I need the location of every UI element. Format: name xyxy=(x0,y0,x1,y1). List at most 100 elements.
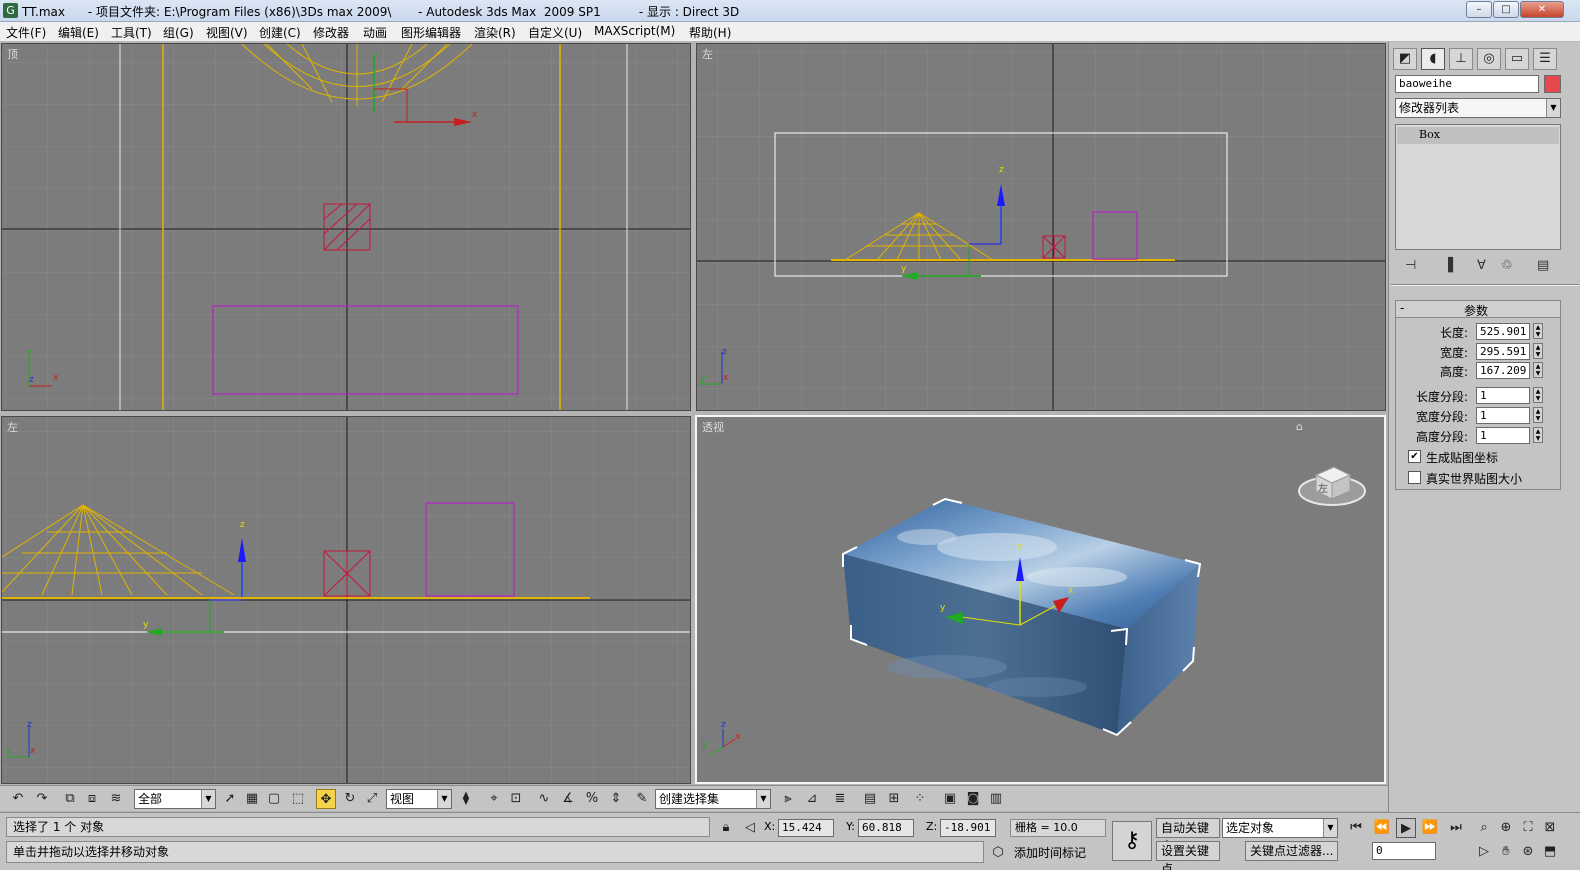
viewport-label[interactable]: 左 xyxy=(702,46,713,62)
configure-sets-icon[interactable]: ▤ xyxy=(1537,258,1549,273)
menu-create[interactable]: 创建(C) xyxy=(259,24,301,41)
percent-snap-icon[interactable]: % xyxy=(582,789,602,809)
length-segs-spinner[interactable]: ▲ ▼ xyxy=(1533,387,1543,403)
maximize-viewport-icon[interactable]: ⬒ xyxy=(1540,842,1560,862)
menu-file[interactable]: 文件(F) xyxy=(6,24,46,41)
mirror-icon[interactable]: ⫸ xyxy=(778,789,798,809)
pan-view-icon[interactable]: ✋︎ xyxy=(1496,842,1516,862)
schematic-view-icon[interactable]: ⊞ xyxy=(884,789,904,809)
quick-render-icon[interactable]: ▥ xyxy=(986,789,1006,809)
viewport-front[interactable]: z y z y x 左 xyxy=(1,416,691,784)
select-manipulate-icon[interactable]: ⌖ xyxy=(484,789,504,809)
menu-group[interactable]: 组(G) xyxy=(163,24,194,41)
zoom-icon[interactable]: ⌕ xyxy=(1474,818,1494,838)
menu-modifiers[interactable]: 修改器 xyxy=(313,24,349,41)
real-world-map-checkbox[interactable] xyxy=(1408,471,1421,484)
keyboard-shortcut-icon[interactable]: ⊡ xyxy=(506,789,526,809)
width-field[interactable]: 295.591 xyxy=(1476,343,1530,360)
curve-editor-icon[interactable]: ▤ xyxy=(860,789,880,809)
maximize-button[interactable]: □ xyxy=(1493,1,1519,18)
minimize-button[interactable]: – xyxy=(1466,1,1492,18)
make-unique-icon[interactable]: ∀ xyxy=(1477,258,1486,273)
absolute-mode-icon[interactable]: ◁ xyxy=(740,818,760,838)
current-frame-field[interactable]: 0 xyxy=(1372,842,1436,860)
x-coordinate-field[interactable]: 15.424 xyxy=(778,819,834,837)
go-to-end-icon[interactable]: ⏭ xyxy=(1446,818,1466,838)
select-object-icon[interactable]: ➚ xyxy=(220,789,240,809)
parameters-rollout-header[interactable]: - 参数 xyxy=(1395,300,1561,318)
layer-manager-icon[interactable]: ≣ xyxy=(830,789,850,809)
viewport-label[interactable]: 顶 xyxy=(7,46,18,62)
create-tab-icon[interactable]: ◩ xyxy=(1393,48,1417,70)
set-key-button[interactable]: 设置关键点 xyxy=(1156,841,1220,870)
go-to-start-icon[interactable]: ⏮ xyxy=(1346,818,1366,838)
window-crossing-icon[interactable]: ⬚ xyxy=(288,789,308,809)
z-coordinate-field[interactable]: -18.901 xyxy=(940,819,996,837)
pin-stack-icon[interactable]: ⊣ xyxy=(1405,258,1416,273)
viewport-top[interactable]: x y x z 顶 xyxy=(1,43,691,411)
length-field[interactable]: 525.901 xyxy=(1476,323,1530,340)
menu-help[interactable]: 帮助(H) xyxy=(689,24,731,41)
modifier-stack[interactable]: Box xyxy=(1395,124,1561,250)
remove-modifier-icon[interactable]: ♲ xyxy=(1501,258,1513,273)
viewport-perspective[interactable]: z x y z x y 透视 ⌂ 左 xyxy=(695,415,1386,784)
viewport-label[interactable]: 左 xyxy=(7,419,18,435)
select-move-icon[interactable]: ✥ xyxy=(316,789,336,809)
3ds-max-icon[interactable]: G xyxy=(3,3,18,18)
menu-customize[interactable]: 自定义(U) xyxy=(528,24,582,41)
render-setup-icon[interactable]: ▣ xyxy=(940,789,960,809)
select-rotate-icon[interactable]: ↻ xyxy=(340,789,360,809)
close-button[interactable]: ✕ xyxy=(1520,1,1564,18)
motion-tab-icon[interactable]: ◎ xyxy=(1477,48,1501,70)
length-spinner[interactable]: ▲ ▼ xyxy=(1533,323,1543,339)
menu-animation[interactable]: 动画 xyxy=(363,24,387,41)
height-segs-spinner[interactable]: ▲ ▼ xyxy=(1533,427,1543,443)
auto-key-button[interactable]: 自动关键点 xyxy=(1156,818,1220,853)
show-end-result-icon[interactable]: ▐ xyxy=(1443,258,1453,273)
viewcube[interactable]: 左 xyxy=(1298,457,1366,507)
rendered-frame-icon[interactable]: ◙ xyxy=(963,789,983,809)
modifier-list-dropdown[interactable]: 修改器列表 ▼ xyxy=(1395,98,1561,118)
menu-tools[interactable]: 工具(T) xyxy=(111,24,152,41)
rect-selection-icon[interactable]: ▢ xyxy=(264,789,284,809)
gen-mapping-checkbox[interactable]: ✔ xyxy=(1408,450,1421,463)
spinner-snap-icon[interactable]: ⇕ xyxy=(606,789,626,809)
reference-coord-dropdown[interactable]: 视图 ▼ xyxy=(386,789,452,809)
zoom-extents-all-icon[interactable]: ⊠ xyxy=(1540,818,1560,838)
bind-space-warp-icon[interactable]: ≋ xyxy=(106,789,126,809)
edit-named-sets-icon[interactable]: ✎ xyxy=(632,789,652,809)
select-scale-icon[interactable]: ⤢ xyxy=(362,789,382,809)
snaps-toggle-icon[interactable]: ∿ xyxy=(534,789,554,809)
menu-graph-editors[interactable]: 图形编辑器 xyxy=(401,24,461,41)
selection-filter-dropdown[interactable]: 全部 ▼ xyxy=(134,789,216,809)
display-tab-icon[interactable]: ▭ xyxy=(1505,48,1529,70)
field-of-view-icon[interactable]: ▷ xyxy=(1474,842,1494,862)
next-frame-icon[interactable]: ⏩ xyxy=(1420,818,1440,838)
named-selection-dropdown[interactable]: 创建选择集 ▼ xyxy=(655,789,771,809)
menu-rendering[interactable]: 渲染(R) xyxy=(474,24,516,41)
height-segs-field[interactable]: 1 xyxy=(1476,427,1530,444)
height-field[interactable]: 167.209 xyxy=(1476,362,1530,379)
unlink-icon[interactable]: ⧈ xyxy=(82,789,102,809)
add-time-tag[interactable]: 添加时间标记 xyxy=(1010,843,1106,863)
zoom-extents-icon[interactable]: ⛶ xyxy=(1518,818,1538,838)
play-icon[interactable]: ▶ xyxy=(1396,818,1416,838)
menu-maxscript[interactable]: MAXScript(M) xyxy=(594,24,675,38)
y-coordinate-field[interactable]: 60.818 xyxy=(858,819,914,837)
length-segs-field[interactable]: 1 xyxy=(1476,387,1530,404)
width-spinner[interactable]: ▲ ▼ xyxy=(1533,343,1543,359)
zoom-all-icon[interactable]: ⊕ xyxy=(1496,818,1516,838)
undo-icon[interactable]: ↶ xyxy=(8,789,28,809)
material-editor-icon[interactable]: ⁘ xyxy=(910,789,930,809)
key-filters-button[interactable]: 关键点过滤器... xyxy=(1245,841,1338,861)
stack-item-selected[interactable]: Box xyxy=(1397,127,1559,144)
width-segs-spinner[interactable]: ▲ ▼ xyxy=(1533,407,1543,423)
menu-views[interactable]: 视图(V) xyxy=(206,24,248,41)
viewport-label[interactable]: 透视 xyxy=(702,419,724,435)
utilities-tab-icon[interactable]: ☰ xyxy=(1533,48,1557,70)
angle-snap-icon[interactable]: ∡ xyxy=(558,789,578,809)
select-by-name-icon[interactable]: ▦ xyxy=(242,789,262,809)
width-segs-field[interactable]: 1 xyxy=(1476,407,1530,424)
orbit-icon[interactable]: ⊛ xyxy=(1518,842,1538,862)
height-spinner[interactable]: ▲ ▼ xyxy=(1533,362,1543,378)
